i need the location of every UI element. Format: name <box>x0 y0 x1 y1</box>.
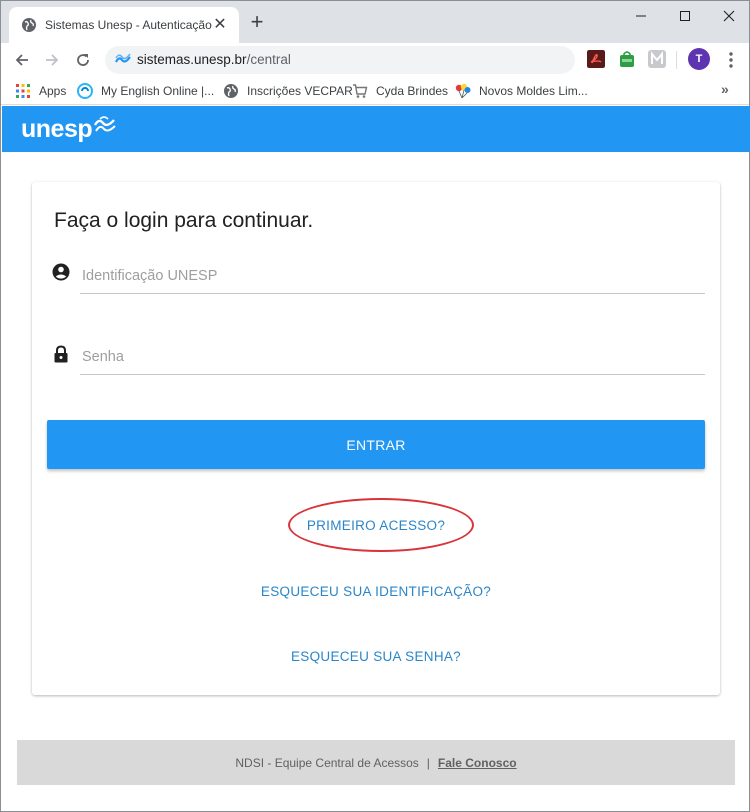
address-bar[interactable]: sistemas.unesp.br/central <box>105 46 575 74</box>
browser-window: Sistemas Unesp - Autenticação ✕ + sistem… <box>0 0 750 812</box>
bookmark-label: Inscrições VECPAR <box>247 84 353 98</box>
logo-wave-icon <box>94 116 116 132</box>
reload-icon <box>77 54 89 66</box>
bookmark-label: Cyda Brindes <box>376 84 449 98</box>
identification-input[interactable] <box>80 258 705 294</box>
login-submit-button[interactable]: ENTRAR <box>47 420 705 469</box>
english-online-icon <box>77 83 93 99</box>
back-button[interactable] <box>11 49 33 71</box>
bookmarks-overflow-button[interactable]: » <box>721 81 729 97</box>
minimize-button[interactable] <box>619 1 663 31</box>
tab-close-icon[interactable]: ✕ <box>211 16 229 34</box>
site-favicon-icon <box>115 53 131 63</box>
new-tab-button[interactable]: + <box>247 11 267 33</box>
arrow-right-icon <box>46 54 59 66</box>
more-vert-icon[interactable] <box>723 49 739 71</box>
password-input[interactable] <box>80 339 705 375</box>
bookmark-inscricoes-vecpar[interactable]: Inscrições VECPAR <box>223 82 353 100</box>
bookmark-apps[interactable]: Apps <box>15 82 66 100</box>
cart-icon <box>353 84 368 98</box>
tab-strip: Sistemas Unesp - Autenticação ✕ + <box>1 1 749 43</box>
unesp-logo[interactable]: unesp <box>21 113 116 145</box>
close-icon <box>723 10 735 22</box>
url-host: sistemas.unesp.br <box>137 52 247 67</box>
bookmarks-bar: Apps My English Online |... Inscrições V… <box>1 77 749 105</box>
footer-separator: | <box>426 756 430 770</box>
page-footer: NDSI - Equipe Central de Acessos | Fale Co… <box>17 740 735 785</box>
tab-active[interactable]: Sistemas Unesp - Autenticação ✕ <box>9 7 239 43</box>
apps-grid-icon <box>16 84 30 98</box>
footer-text: NDSI - Equipe Central de Acessos | Fale Co… <box>17 756 735 770</box>
m-extension-icon[interactable] <box>648 50 666 68</box>
logo-text: unesp <box>21 115 93 143</box>
balloons-icon <box>455 83 471 99</box>
site-header: unesp <box>2 106 750 152</box>
browser-toolbar: sistemas.unesp.br/central T <box>1 43 749 77</box>
bookmark-label: Novos Moldes Lim... <box>479 84 588 98</box>
account-circle-icon <box>52 263 70 281</box>
footer-team: NDSI - Equipe Central de Acessos <box>235 756 419 770</box>
globe-icon <box>224 84 238 98</box>
forgot-password-link[interactable]: ESQUECEU SUA SENHA? <box>32 649 720 664</box>
url-text: sistemas.unesp.br/central <box>137 52 291 67</box>
login-card: Faça o login para continuar. ENTRAR PRIM… <box>32 182 720 695</box>
maximize-icon <box>680 11 690 21</box>
contact-link[interactable]: Fale Conosco <box>438 756 517 770</box>
profile-avatar[interactable]: T <box>688 48 710 70</box>
minimize-icon <box>636 15 646 17</box>
pdf-extension-icon[interactable] <box>587 50 605 68</box>
arrow-left-icon <box>15 54 28 66</box>
page-title: Faça o login para continuar. <box>54 209 314 232</box>
password-field <box>48 333 706 381</box>
maximize-button[interactable] <box>663 1 707 31</box>
close-window-button[interactable] <box>707 1 750 31</box>
lock-icon <box>54 345 68 363</box>
forward-button[interactable] <box>41 49 63 71</box>
globe-icon <box>22 18 36 32</box>
tab-title: Sistemas Unesp - Autenticação <box>45 18 212 32</box>
bookmark-cyda-brindes[interactable]: Cyda Brindes <box>352 82 448 100</box>
bookmark-my-english-online[interactable]: My English Online |... <box>77 82 214 100</box>
bookmark-label: My English Online |... <box>101 84 215 98</box>
bookmark-label: Apps <box>39 84 67 98</box>
bookmark-novos-moldes[interactable]: Novos Moldes Lim... <box>455 82 588 100</box>
reload-button[interactable] <box>72 49 94 71</box>
green-bag-extension-icon[interactable] <box>618 50 636 68</box>
url-path: /central <box>246 52 291 67</box>
identification-field <box>48 252 706 300</box>
toolbar-separator <box>676 51 677 69</box>
first-access-link[interactable]: PRIMEIRO ACESSO? <box>32 518 720 533</box>
forgot-identification-link[interactable]: ESQUECEU SUA IDENTIFICAÇÃO? <box>32 584 720 599</box>
